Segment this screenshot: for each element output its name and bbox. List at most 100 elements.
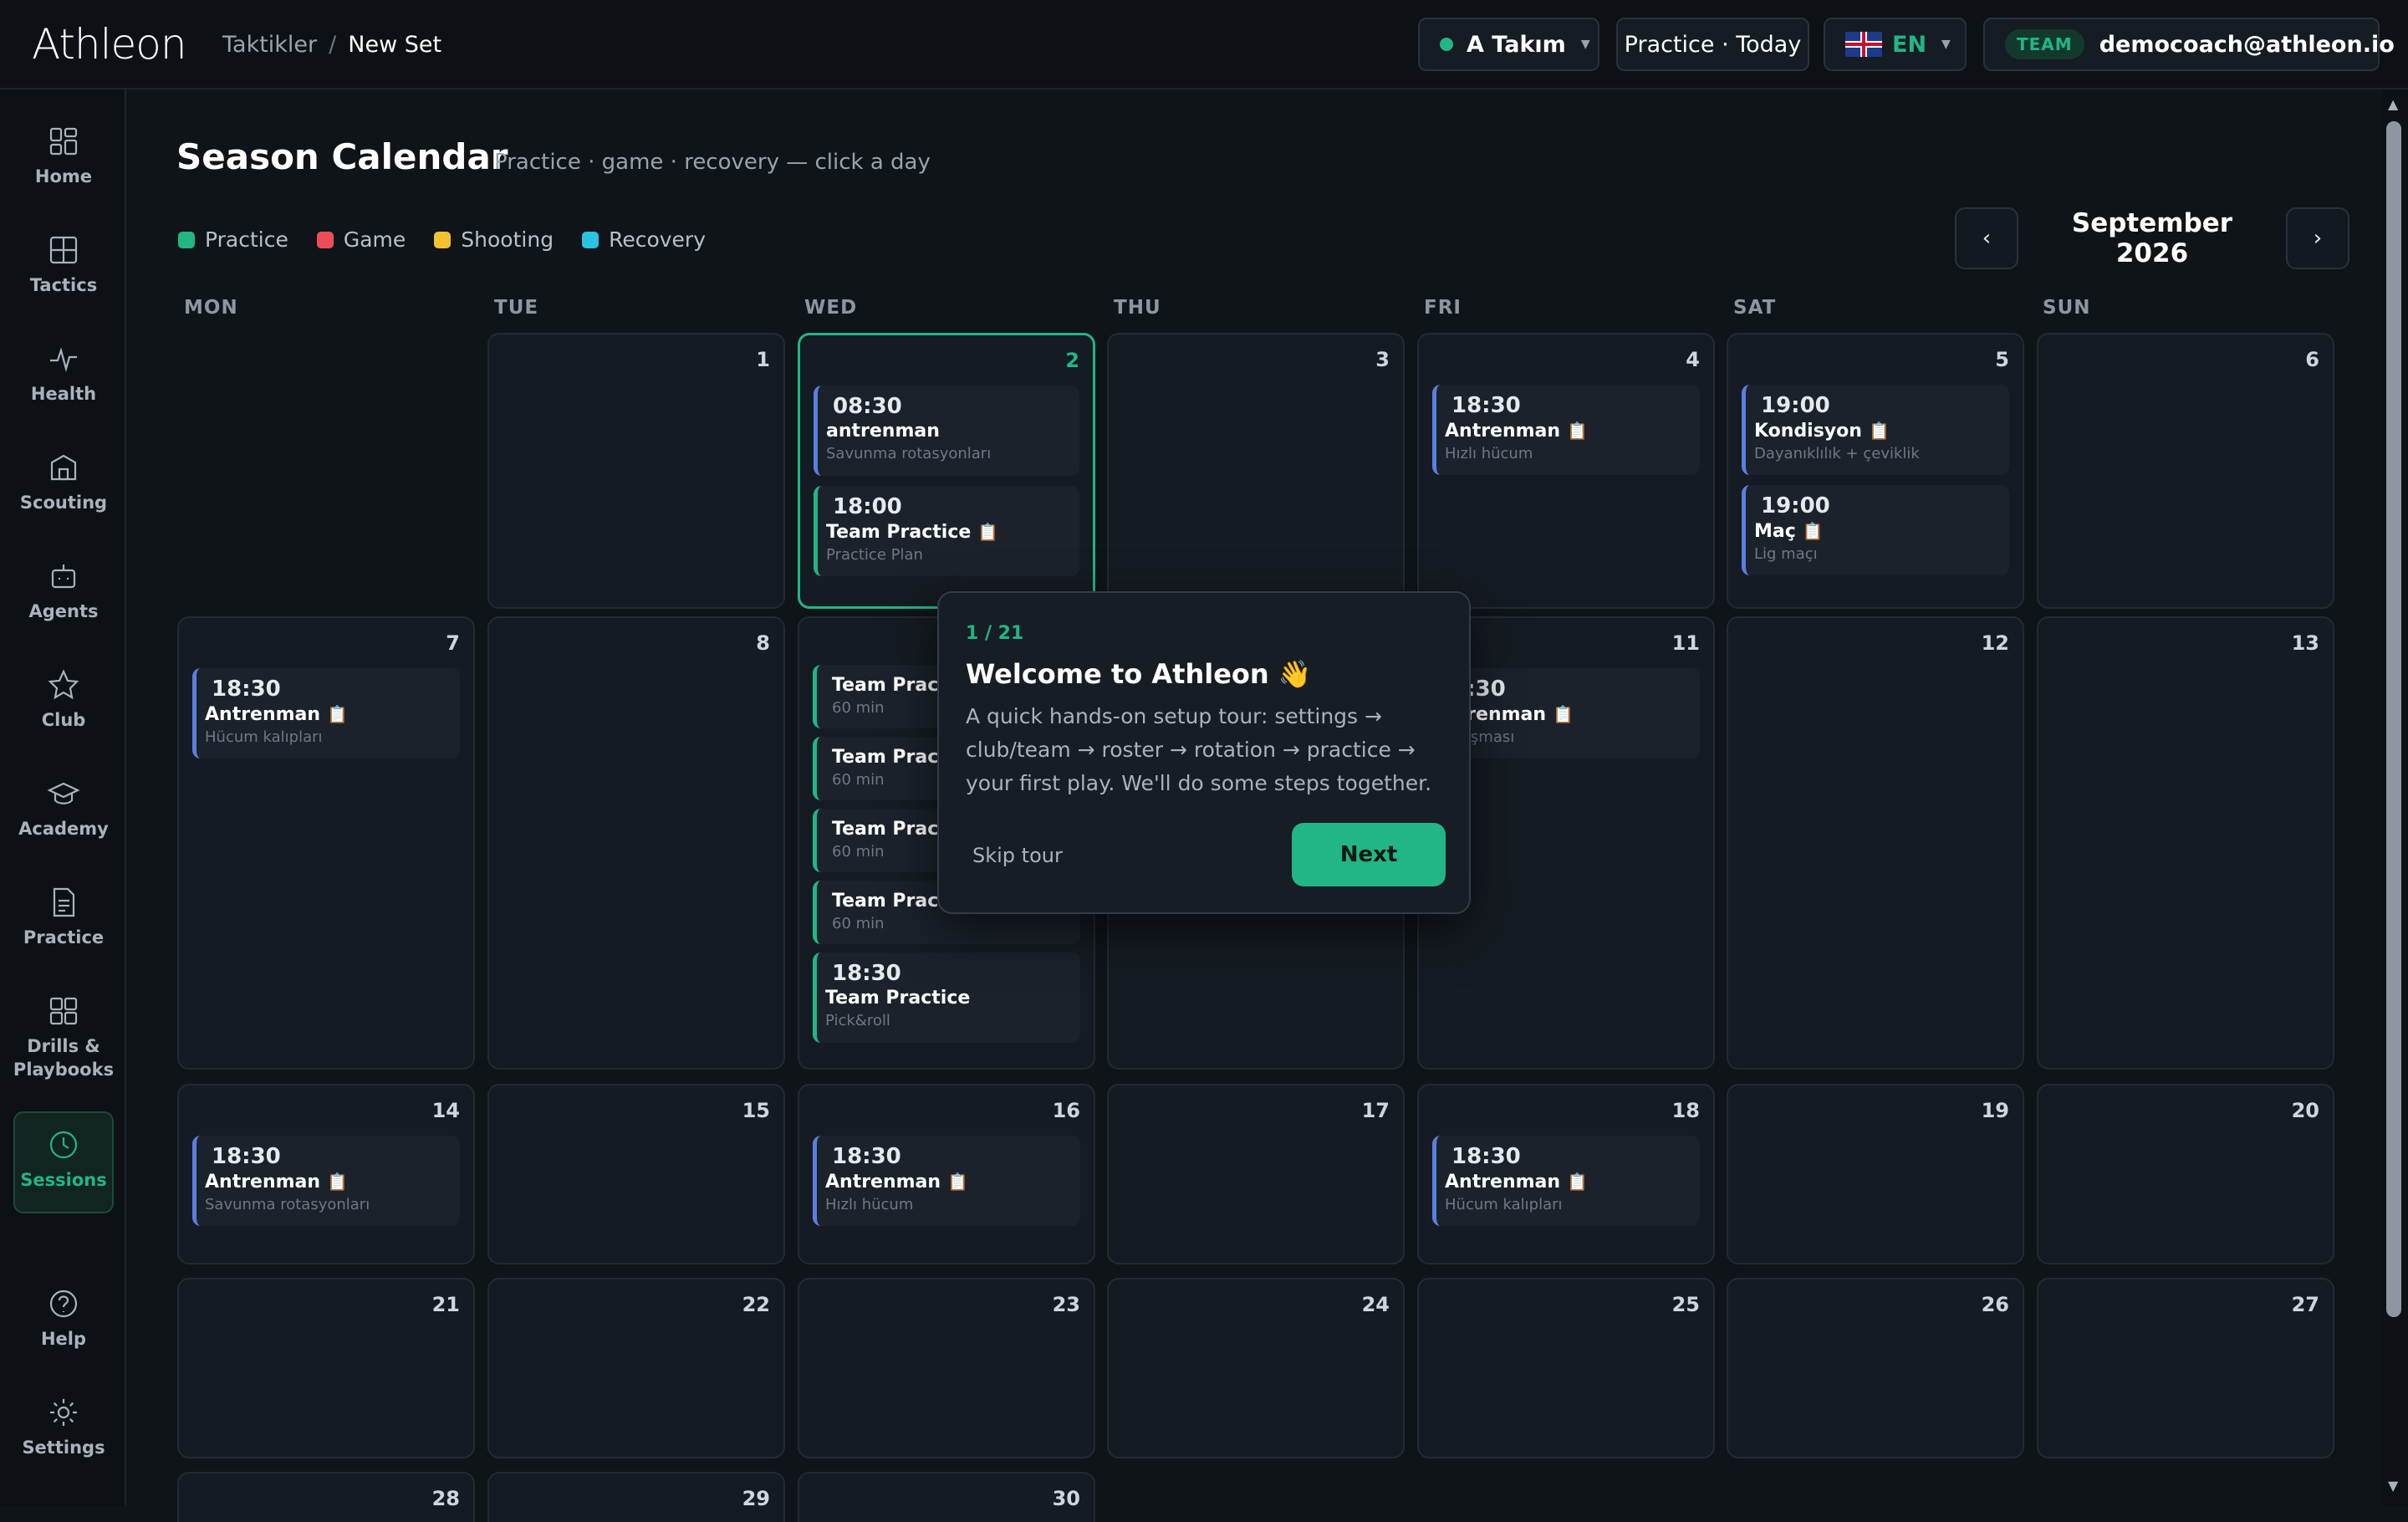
scrollbar[interactable]: ▲ ▼ xyxy=(2381,89,2408,1505)
event-subtitle: Lig maçı xyxy=(1754,545,1818,563)
board-icon xyxy=(49,236,78,264)
sidebar-item-scouting[interactable]: Scouting xyxy=(13,451,114,514)
day-cell[interactable]: 8 xyxy=(487,616,785,1070)
robot-icon xyxy=(51,564,76,589)
sidebar-item-label: Practice xyxy=(23,927,105,947)
sidebar-item-practice[interactable]: Practice xyxy=(13,886,114,949)
day-number: 17 xyxy=(1361,1099,1390,1122)
user-menu[interactable]: TEAM democoach@athleon.io ▼ xyxy=(1983,18,2395,71)
calendar-event[interactable]: 18:30 Antrenman 📋 Savunma rotasyonları xyxy=(192,1136,460,1226)
legend-item-recovery: Recovery xyxy=(582,227,706,252)
event-subtitle: Hızlı hücum xyxy=(1445,445,1533,462)
day-number: 27 xyxy=(2291,1293,2319,1316)
next-month-button[interactable]: › xyxy=(2286,207,2349,269)
calendar-event[interactable]: 18:00 Team Practice 📋 Practice Plan xyxy=(814,486,1079,576)
event-title: Antrenman 📋 xyxy=(205,704,348,725)
day-number: 14 xyxy=(431,1099,460,1122)
day-cell[interactable]: 29 xyxy=(487,1472,785,1522)
day-number: 30 xyxy=(1052,1487,1080,1510)
day-cell-today[interactable]: 2 08:30 antrenman Savunma rotasyonları 1… xyxy=(798,333,1095,609)
day-cell[interactable]: 23 xyxy=(798,1278,1095,1458)
language-selector[interactable]: EN ▼ xyxy=(1824,18,1967,71)
day-cell[interactable]: 21 xyxy=(177,1278,475,1458)
day-number: 26 xyxy=(1981,1293,2009,1316)
calendar-event[interactable]: 18:30 Antrenman 📋 Hücum kalıpları xyxy=(192,668,460,758)
sidebar-item-drills-playbooks[interactable]: Drills & Playbooks xyxy=(13,994,114,1081)
scroll-up-arrow-icon[interactable]: ▲ xyxy=(2388,96,2398,112)
day-cell[interactable]: 19 xyxy=(1727,1084,2024,1264)
day-cell[interactable]: 12 xyxy=(1727,616,2024,1070)
event-title: Antrenman 📋 xyxy=(1445,1172,1588,1193)
skip-tour-button[interactable]: Skip tour xyxy=(972,844,1063,867)
team-selector-label: A Takım xyxy=(1467,31,1566,58)
day-cell[interactable]: 3 xyxy=(1107,333,1405,609)
day-cell[interactable]: 25 xyxy=(1417,1278,1715,1458)
team-selector[interactable]: A Takım ▼ xyxy=(1418,18,1599,71)
clipboard-icon: 📋 xyxy=(977,522,999,542)
calendar-event[interactable]: 19:00 Kondisyon 📋 Dayanıklılık + çeviklik xyxy=(1742,385,2009,475)
calendar-event[interactable]: 18:30 Antrenman 📋 Hızlı hücum xyxy=(1432,385,1700,475)
sidebar-item-label: Tactics xyxy=(29,275,98,295)
day-cell[interactable]: 4 18:30 Antrenman 📋 Hızlı hücum xyxy=(1417,333,1715,609)
calendar-event[interactable]: 18:30 Antrenman 📋 Hücum kalıpları xyxy=(1432,1136,1700,1226)
uk-flag-icon xyxy=(1845,32,1882,57)
weekday-wed: WED xyxy=(804,297,858,319)
legend-swatch xyxy=(582,231,599,248)
event-subtitle: Hızlı hücum xyxy=(825,1196,914,1213)
day-number: 4 xyxy=(1686,348,1700,371)
day-cell[interactable]: 5 19:00 Kondisyon 📋 Dayanıklılık + çevikl… xyxy=(1727,333,2024,609)
day-cell[interactable]: 1 xyxy=(487,333,785,609)
day-cell[interactable]: 27 xyxy=(2037,1278,2334,1458)
sidebar-item-home[interactable]: Home xyxy=(13,125,114,188)
star-icon xyxy=(48,669,79,700)
event-time: 8:30 xyxy=(1451,677,1506,702)
day-cell[interactable]: 24 xyxy=(1107,1278,1405,1458)
sidebar-item-tactics[interactable]: Tactics xyxy=(13,233,114,297)
day-cell[interactable]: 13 xyxy=(2037,616,2334,1070)
event-subtitle: Pick&roll xyxy=(825,1012,890,1029)
event-time: 08:30 xyxy=(833,394,902,419)
day-cell[interactable]: 30 xyxy=(798,1472,1095,1522)
day-number: 8 xyxy=(756,631,770,655)
prev-month-button[interactable]: ‹ xyxy=(1955,207,2018,269)
help-icon xyxy=(49,1290,78,1318)
sidebar-item-sessions[interactable]: Sessions xyxy=(13,1111,114,1213)
day-cell[interactable]: 22 xyxy=(487,1278,785,1458)
calendar-event[interactable]: 18:30 Antrenman 📋 Hızlı hücum xyxy=(813,1136,1080,1226)
sidebar-item-help[interactable]: Help xyxy=(13,1287,114,1351)
breadcrumb-item-tactics[interactable]: Taktikler xyxy=(222,32,317,58)
day-cell[interactable]: 28 xyxy=(177,1472,475,1522)
app-logo[interactable]: Athleon xyxy=(32,20,187,69)
practice-today-button[interactable]: Practice · Today xyxy=(1616,18,1809,71)
legend-item-shooting: Shooting xyxy=(434,227,554,252)
day-cell[interactable]: 20 xyxy=(2037,1084,2334,1264)
calendar-event[interactable]: 19:00 Maç 📋 Lig maçı xyxy=(1742,485,2009,575)
sidebar-item-agents[interactable]: Agents xyxy=(13,559,114,623)
chevron-down-icon: ▼ xyxy=(1580,38,1590,51)
weekday-sun: SUN xyxy=(2043,297,2091,319)
sidebar-item-club[interactable]: Club xyxy=(13,668,114,732)
day-cell[interactable]: 15 xyxy=(487,1084,785,1264)
day-number: 1 xyxy=(756,348,770,371)
sidebar-item-settings[interactable]: Settings xyxy=(13,1396,114,1459)
event-time: 18:30 xyxy=(832,1144,901,1169)
day-number: 28 xyxy=(431,1487,460,1510)
day-cell[interactable]: 16 18:30 Antrenman 📋 Hızlı hücum xyxy=(798,1084,1095,1264)
calendar-event[interactable]: 8:30 ntrenman 📋 çalışması xyxy=(1432,668,1700,758)
day-cell[interactable]: 7 18:30 Antrenman 📋 Hücum kalıpları xyxy=(177,616,475,1070)
weekday-sat: SAT xyxy=(1733,297,1777,319)
scrollbar-thumb[interactable] xyxy=(2386,121,2401,1317)
calendar-event[interactable]: 08:30 antrenman Savunma rotasyonları xyxy=(814,386,1079,476)
calendar-event[interactable]: 18:30 Team Practice Pick&roll xyxy=(813,953,1080,1043)
next-button[interactable]: Next xyxy=(1292,823,1446,886)
scroll-down-arrow-icon[interactable]: ▼ xyxy=(2388,1478,2398,1494)
day-cell[interactable]: 26 xyxy=(1727,1278,2024,1458)
day-cell[interactable]: 14 18:30 Antrenman 📋 Savunma rotasyonları xyxy=(177,1084,475,1264)
legend-label: Shooting xyxy=(461,227,554,252)
sidebar-item-health[interactable]: Health xyxy=(13,342,114,406)
day-cell[interactable]: 17 xyxy=(1107,1084,1405,1264)
sidebar-item-academy[interactable]: Academy xyxy=(13,777,114,840)
sidebar-item-label: Help xyxy=(40,1329,87,1349)
day-cell[interactable]: 18 18:30 Antrenman 📋 Hücum kalıpları xyxy=(1417,1084,1715,1264)
day-cell[interactable]: 6 xyxy=(2037,333,2334,609)
